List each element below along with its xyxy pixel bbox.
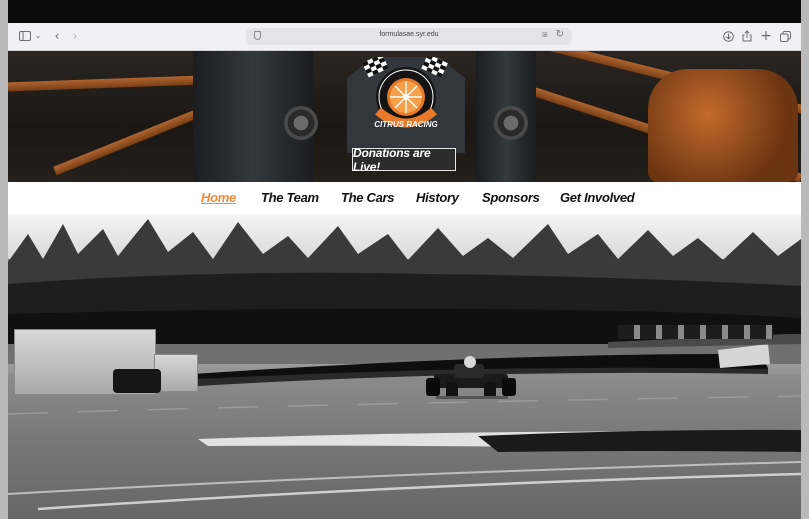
nav-get-involved[interactable]: Get Involved: [560, 190, 635, 206]
nav-sponsors[interactable]: Sponsors: [482, 190, 540, 206]
reload-icon[interactable]: ↻: [556, 29, 564, 40]
hero-video[interactable]: [8, 214, 801, 519]
address-bar[interactable]: formulasae.syr.edu ⊞ ↻: [246, 28, 572, 45]
chevron-down-icon[interactable]: ⌄: [34, 29, 42, 43]
sidebar-icon[interactable]: [18, 29, 32, 43]
forward-icon[interactable]: ›: [70, 29, 80, 43]
bolt: [494, 106, 528, 140]
tabs-icon[interactable]: [779, 29, 791, 43]
back-icon[interactable]: ‹: [52, 29, 62, 43]
nav-the-cars[interactable]: The Cars: [341, 190, 395, 206]
orange-beam: [8, 75, 199, 92]
new-tab-icon[interactable]: +: [760, 29, 772, 43]
hero-banner: CITRUS RACING Donations are Live!: [8, 51, 801, 182]
download-icon[interactable]: [722, 29, 734, 43]
top-bar: [8, 0, 801, 23]
donations-button[interactable]: Donations are Live!: [352, 146, 456, 174]
citrus-racing-logo: CITRUS RACING: [362, 57, 448, 129]
bolt: [284, 106, 318, 140]
nav-history[interactable]: History: [416, 190, 459, 206]
background-tank: [648, 69, 798, 182]
nav-the-team[interactable]: The Team: [261, 190, 319, 206]
nav-home[interactable]: Home: [201, 190, 236, 206]
share-icon[interactable]: [741, 29, 753, 43]
url-text: formulasae.syr.edu: [379, 31, 439, 38]
extension-icon[interactable]: ⊞: [542, 31, 548, 39]
logo-text: CITRUS RACING: [374, 120, 438, 129]
distant-cars: [618, 325, 773, 339]
browser-window: ⌄ ‹ › formulasae.syr.edu ⊞ ↻ + CITRUS RA…: [8, 0, 801, 519]
browser-toolbar: ⌄ ‹ › formulasae.syr.edu ⊞ ↻ +: [8, 23, 801, 51]
main-nav: Home The Team The Cars History Sponsors …: [8, 182, 801, 214]
parked-vehicle: [113, 369, 161, 393]
